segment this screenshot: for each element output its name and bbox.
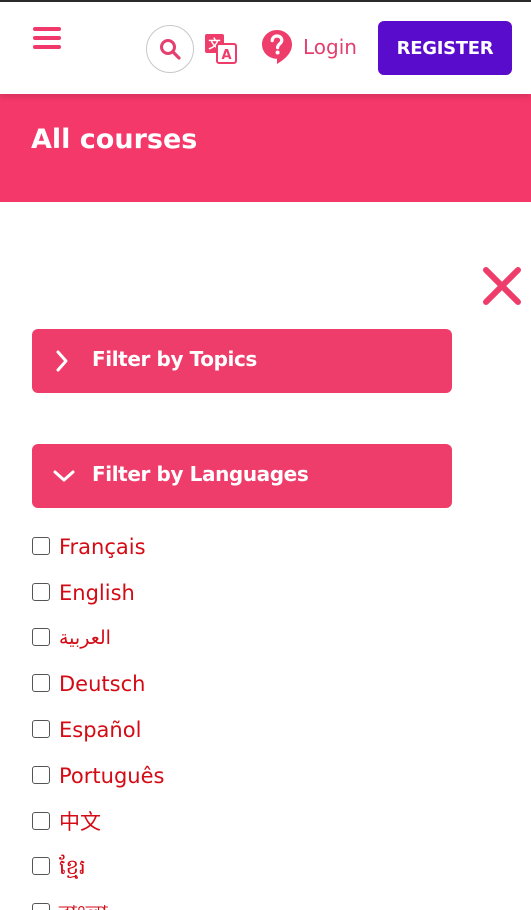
close-filters-button[interactable] [481, 265, 523, 307]
question-circle-icon [262, 30, 292, 64]
register-button[interactable]: REGISTER [378, 21, 512, 75]
filter-by-languages-toggle[interactable]: Filter by Languages [32, 444, 452, 508]
menu-bar [33, 27, 61, 31]
filter-topics-label: Filter by Topics [92, 347, 257, 371]
language-checkbox[interactable] [32, 720, 50, 739]
site-header: 文 A Login REGISTER [0, 2, 531, 94]
language-checkbox[interactable] [32, 811, 50, 830]
login-link[interactable]: Login [303, 34, 357, 60]
language-checkbox[interactable] [32, 674, 50, 693]
search-icon [160, 39, 181, 60]
language-label[interactable]: ខ្មែរ [59, 853, 86, 881]
language-option-espanol[interactable]: Español [32, 708, 452, 754]
hamburger-menu-icon[interactable] [33, 24, 63, 52]
language-option-chinese[interactable]: 中文 [32, 800, 452, 846]
chevron-down-icon [53, 470, 75, 482]
page-title: All courses [31, 124, 198, 155]
language-label[interactable]: العربية [59, 624, 111, 652]
language-checkbox[interactable] [32, 765, 50, 784]
language-option-deutsch[interactable]: Deutsch [32, 662, 452, 708]
language-label[interactable]: English [59, 579, 135, 607]
menu-bar [33, 45, 61, 49]
language-label[interactable]: বাংলা [59, 899, 108, 910]
language-checkbox[interactable] [32, 536, 50, 555]
language-label[interactable]: Português [59, 762, 164, 790]
language-option-english[interactable]: English [32, 571, 452, 617]
language-checkbox[interactable] [32, 582, 50, 601]
search-button[interactable] [146, 25, 194, 73]
filter-languages-label: Filter by Languages [92, 462, 309, 486]
language-option-portugues[interactable]: Português [32, 754, 452, 800]
help-button[interactable] [261, 29, 293, 65]
language-checkbox[interactable] [32, 903, 50, 910]
chevron-right-icon [56, 350, 68, 372]
language-option-khmer[interactable]: ខ្មែរ [32, 846, 452, 892]
page-banner: All courses [0, 94, 531, 202]
close-x-icon [483, 267, 521, 305]
language-option-francais[interactable]: Français [32, 525, 452, 571]
language-checkbox[interactable] [32, 628, 50, 647]
language-label[interactable]: Español [59, 716, 141, 744]
language-label[interactable]: Deutsch [59, 670, 145, 698]
svg-text:A: A [221, 48, 231, 63]
language-label[interactable]: Français [59, 533, 146, 561]
language-option-arabic[interactable]: العربية [32, 617, 452, 663]
language-checkbox[interactable] [32, 857, 50, 876]
language-option-bangla[interactable]: বাংলা [32, 891, 452, 910]
language-label[interactable]: 中文 [59, 808, 101, 836]
menu-bar [33, 36, 61, 40]
language-filter-list: Français English العربية Deutsch Español… [32, 525, 452, 910]
filter-by-topics-toggle[interactable]: Filter by Topics [32, 329, 452, 393]
translate-button[interactable]: 文 A [204, 32, 238, 66]
translate-icon: 文 A [205, 34, 237, 64]
